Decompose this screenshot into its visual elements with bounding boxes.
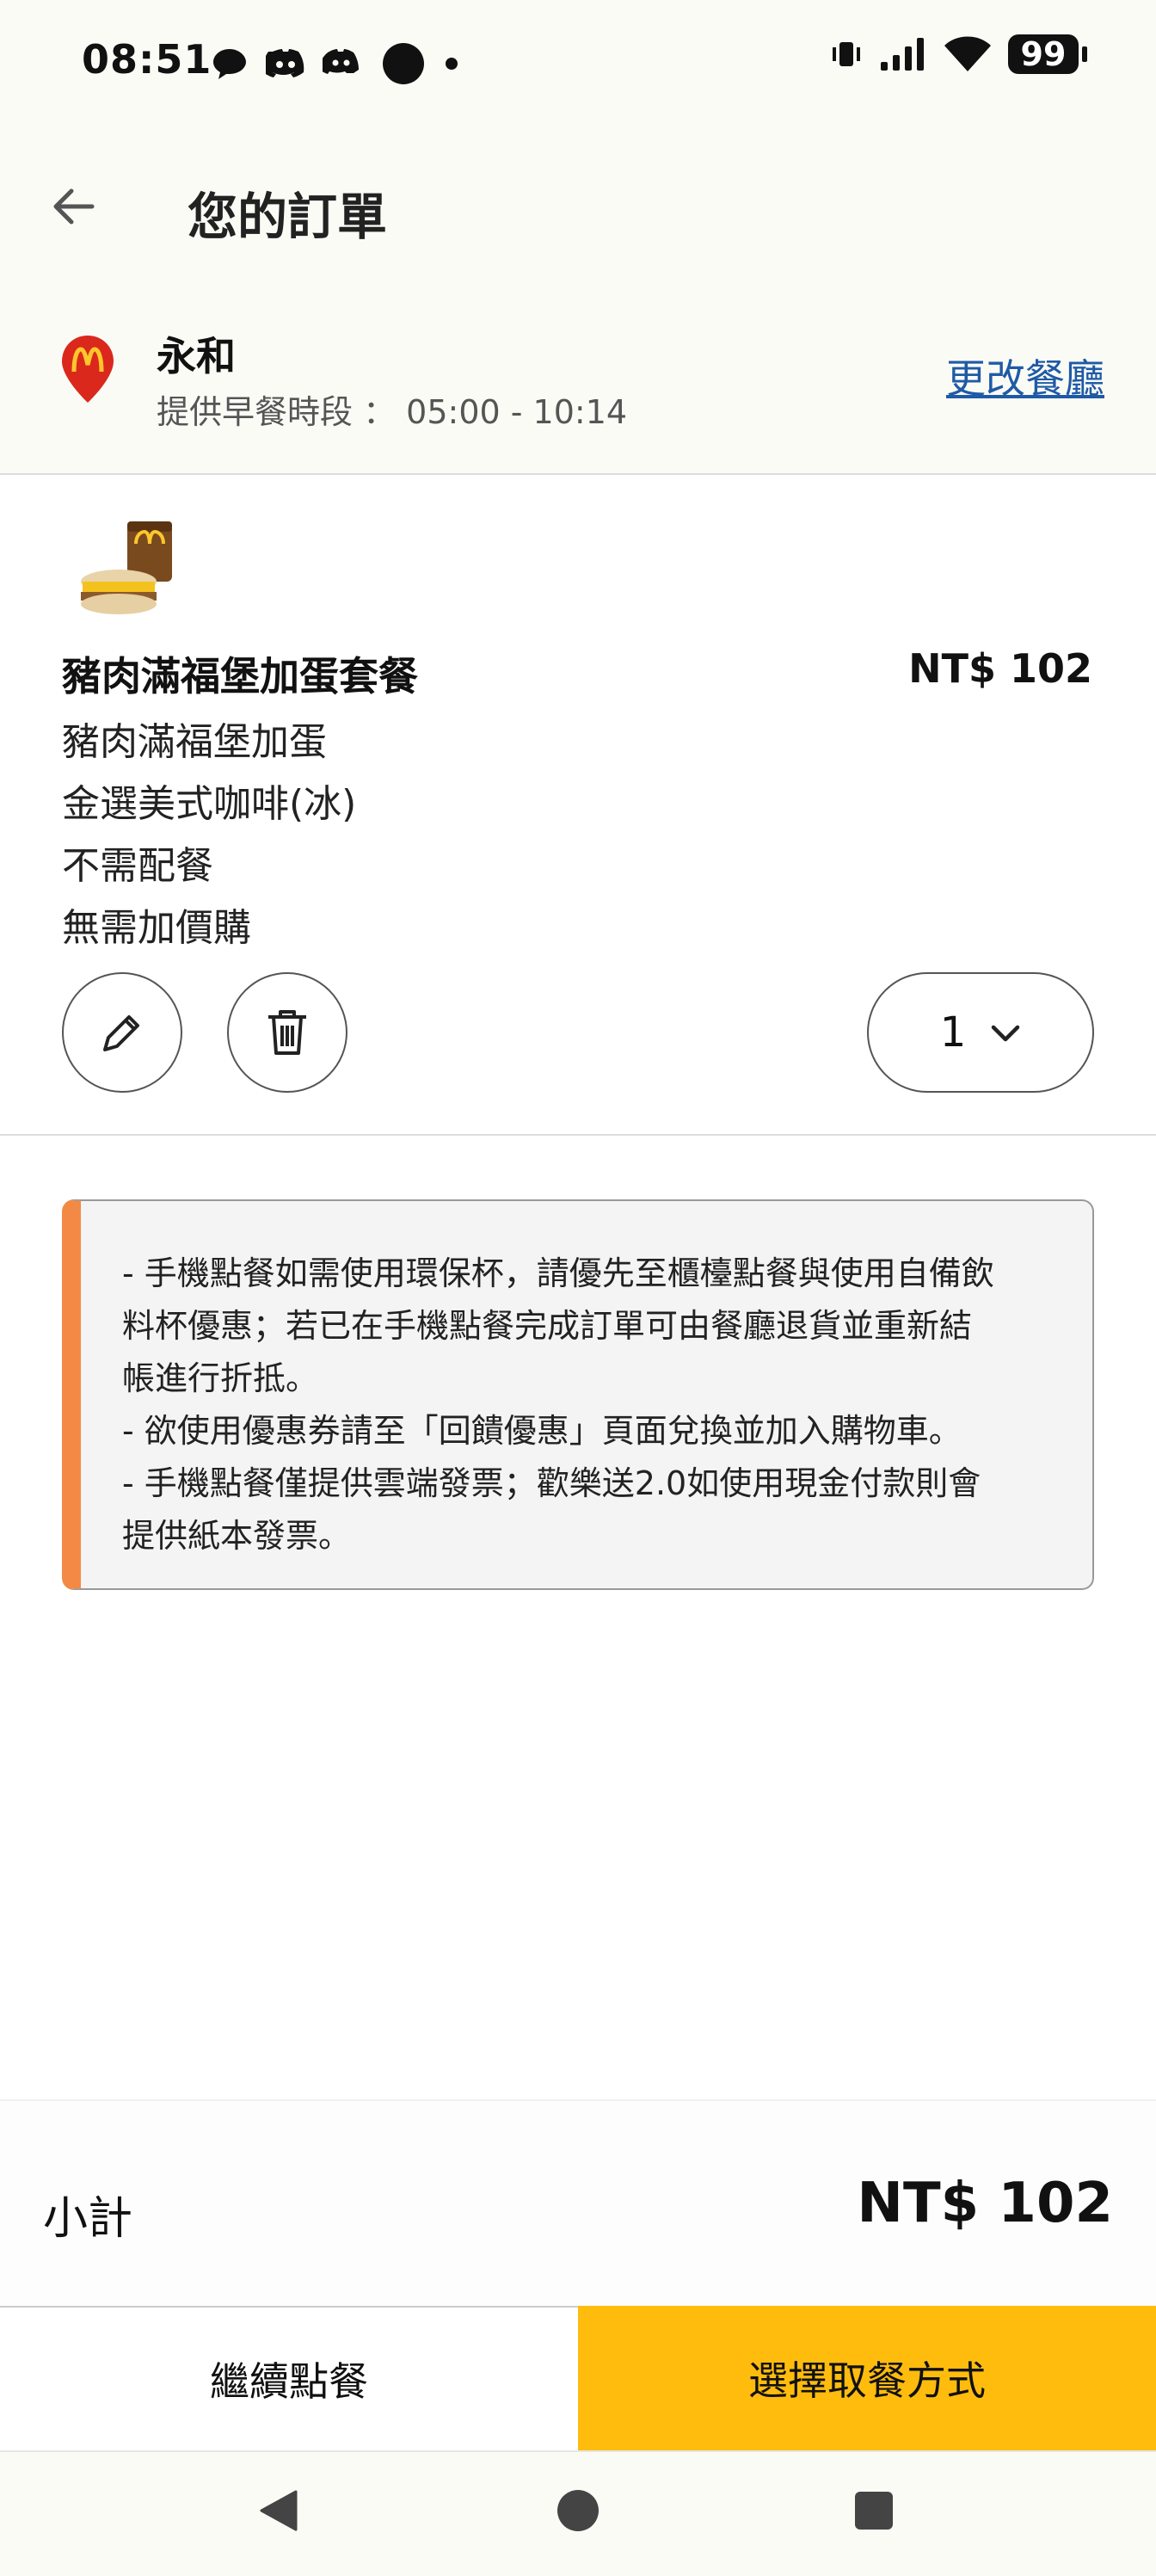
continue-ordering-button[interactable]: 繼續點餐 <box>0 2306 578 2450</box>
discord-alt-icon <box>323 49 359 74</box>
item-name: 豬肉滿福堡加蛋套餐 <box>62 653 418 699</box>
change-restaurant-link[interactable]: 更改餐廳 <box>946 348 1104 404</box>
dot-icon <box>446 58 458 70</box>
wifi-icon <box>944 36 991 71</box>
divider <box>0 1134 1156 1136</box>
chevron-down-icon <box>992 1025 1020 1042</box>
item-option: 不需配餐 <box>62 844 213 888</box>
notice-line: 提供紙本發票。 <box>122 1517 352 1555</box>
system-icons: 99 <box>829 34 1087 74</box>
notification-icons <box>211 41 460 86</box>
battery-icon: 99 <box>1008 34 1087 74</box>
subtotal-label: 小計 <box>43 2193 133 2245</box>
notice-line: - 欲使用優惠券請至「回饋優惠」頁面兌換並加入購物車。 <box>122 1412 962 1450</box>
item-price: NT$ 102 <box>908 645 1092 692</box>
notice-box: - 手機點餐如需使用環保杯，請優先至櫃檯點餐與使用自備飲 料杯優惠；若已在手機點… <box>62 1199 1094 1590</box>
restaurant-name: 永和 <box>157 333 236 379</box>
restaurant-hours: 提供早餐時段 ： 05:00 - 10:14 <box>157 393 628 431</box>
back-button[interactable] <box>43 176 103 237</box>
speech-bubble-icon <box>213 49 246 79</box>
quantity-value: 1 <box>939 1008 967 1057</box>
choose-pickup-button[interactable]: 選擇取餐方式 <box>578 2306 1156 2450</box>
meal-image <box>81 521 172 614</box>
circle-icon <box>383 43 424 84</box>
item-option: 豬肉滿福堡加蛋 <box>62 720 327 764</box>
quantity-select[interactable]: 1 <box>867 972 1094 1093</box>
notice-line: - 手機點餐如需使用環保杯，請優先至櫃檯點餐與使用自備飲 <box>122 1254 994 1292</box>
item-option: 金選美式咖啡(冰) <box>62 782 357 826</box>
subtotal-value: NT$ 102 <box>857 2172 1113 2235</box>
delete-item-button[interactable] <box>227 972 347 1093</box>
edit-item-button[interactable] <box>62 972 182 1093</box>
nav-recents-icon[interactable] <box>855 2492 893 2530</box>
item-option: 無需加價購 <box>62 906 251 950</box>
signal-icon <box>881 38 924 71</box>
notice-line: - 手機點餐僅提供雲端發票；歡樂送2.0如使用現金付款則會 <box>122 1464 981 1502</box>
app-header <box>0 129 1156 284</box>
nav-home-icon[interactable] <box>557 2490 599 2531</box>
page-title: 您的訂單 <box>188 188 388 246</box>
trash-icon <box>268 1010 306 1055</box>
discord-icon <box>266 49 304 77</box>
notice-line: 料杯優惠；若已在手機點餐完成訂單可由餐廳退貨並重新結 <box>122 1307 973 1345</box>
arrow-left-icon <box>53 188 95 225</box>
pencil-icon <box>103 1015 139 1051</box>
mcdonalds-pin-icon <box>62 336 114 403</box>
nav-back-icon[interactable] <box>255 2487 303 2535</box>
status-time: 08:51 <box>82 36 212 83</box>
notice-line: 帳進行折抵。 <box>122 1359 319 1397</box>
vibrate-icon <box>833 42 860 66</box>
